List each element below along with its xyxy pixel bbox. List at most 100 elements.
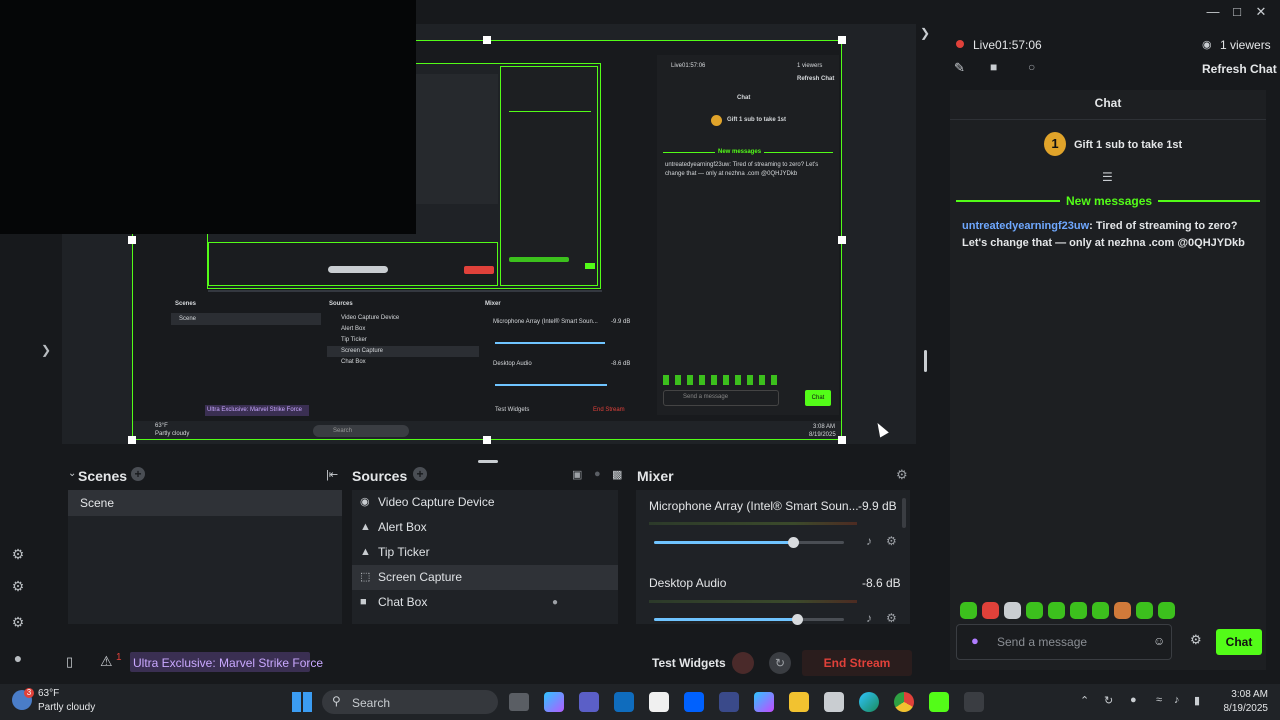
add-scene-icon[interactable]: + (131, 467, 145, 481)
microphone-tray-icon[interactable]: ● (1130, 694, 1137, 706)
stats-icon[interactable]: ▯ (66, 654, 73, 670)
hp-icon[interactable] (719, 692, 739, 712)
emote-icon[interactable] (1070, 602, 1087, 619)
settings-icon[interactable]: ⚙ (8, 612, 28, 632)
send-chat-button[interactable]: Chat (1216, 629, 1262, 655)
profile-icon[interactable]: ● (8, 648, 28, 668)
store-icon[interactable] (824, 692, 844, 712)
alert-count: 1 (116, 652, 122, 663)
clock-date[interactable]: 8/19/2025 (1214, 703, 1269, 714)
mixer-dock: Mixer ⚙ Microphone Array (Intel® Smart S… (630, 464, 914, 630)
chat-settings-icon[interactable]: ⚙ (1190, 632, 1202, 648)
resize-handle[interactable] (483, 436, 491, 444)
wifi-icon[interactable]: ≈ (1156, 694, 1162, 706)
minimize-icon[interactable]: — (1204, 3, 1222, 21)
end-stream-button[interactable]: End Stream (802, 650, 912, 676)
refresh-chat-button[interactable]: Refresh Chat (1202, 62, 1277, 76)
sort-icon[interactable]: ☰ (1102, 170, 1113, 184)
edge-icon[interactable] (859, 692, 879, 712)
edit-icon[interactable]: ✎ (954, 60, 965, 76)
chat-username[interactable]: untreatedyearningf23uw (962, 220, 1089, 232)
emote-icon[interactable] (1158, 602, 1175, 619)
mixer-scrollbar[interactable] (902, 498, 906, 528)
volume-knob[interactable] (791, 614, 803, 625)
volume-slider[interactable] (654, 614, 844, 625)
emote-icon[interactable] (1136, 602, 1153, 619)
emote-icon[interactable] (982, 602, 999, 619)
copilot-icon[interactable] (544, 692, 564, 712)
game-label: Ultra Exclusive: Marvel Strike Force (133, 656, 324, 670)
maximize-icon[interactable]: □ (1228, 3, 1246, 21)
source-mask-icon[interactable]: ● (594, 468, 601, 480)
expand-chevron-icon[interactable]: ❯ (36, 340, 56, 360)
resize-handle[interactable] (838, 436, 846, 444)
emote-icon[interactable] (1092, 602, 1109, 619)
alert-icon[interactable]: ⚠ (100, 653, 113, 670)
collapse-chevron-icon[interactable]: ❯ (920, 26, 930, 40)
chrome-icon[interactable] (894, 692, 914, 712)
resize-handle[interactable] (838, 36, 846, 44)
channel-settings-icon[interactable]: ⚙ (886, 534, 897, 548)
resize-handle[interactable] (483, 36, 491, 44)
source-folder-icon[interactable]: ▩ (612, 468, 622, 481)
emote-icon[interactable] (1004, 602, 1021, 619)
outlook-icon[interactable] (614, 692, 634, 712)
mixer-settings-icon[interactable]: ⚙ (896, 467, 908, 483)
app-icon[interactable] (964, 692, 984, 712)
themes-icon[interactable]: ⚙ (8, 544, 28, 564)
amazon-icon[interactable] (649, 692, 669, 712)
vertical-splitter[interactable] (924, 350, 927, 372)
emote-icon[interactable] (1026, 602, 1043, 619)
volume-slider[interactable] (654, 537, 844, 548)
close-icon[interactable]: ✕ (1252, 3, 1270, 21)
mixer-channel-db: -9.9 dB (858, 499, 897, 513)
clock-time[interactable]: 3:08 AM (1228, 689, 1268, 700)
gift-text[interactable]: Gift 1 sub to take 1st (1074, 139, 1182, 151)
resize-handle[interactable] (128, 436, 136, 444)
test-widgets-button[interactable] (732, 652, 754, 674)
battery-icon[interactable]: ▮ (1194, 694, 1200, 707)
speaker-icon[interactable]: ♪ (866, 534, 872, 548)
streamlabs-icon[interactable] (929, 692, 949, 712)
sync-icon[interactable]: ↻ (1104, 694, 1113, 707)
lock-icon[interactable]: ● (552, 590, 558, 615)
resize-handle[interactable] (128, 236, 136, 244)
tray-chevron-icon[interactable]: ⌃ (1080, 694, 1089, 707)
collapse-icon[interactable]: ⌄ (68, 468, 76, 479)
task-view-icon[interactable] (509, 693, 529, 711)
windows-start-icon[interactable] (292, 692, 312, 712)
horizontal-splitter[interactable] (478, 460, 498, 463)
layout-icon[interactable]: ⚙ (8, 576, 28, 596)
channel-settings-icon[interactable]: ⚙ (886, 611, 897, 625)
source-item[interactable]: ⬚ Screen Capture (352, 565, 618, 590)
source-item[interactable]: ▲ Tip Ticker (352, 540, 618, 565)
mini-mic-slider (495, 342, 605, 344)
scene-item[interactable]: Scene (68, 490, 342, 516)
volume-meter (649, 522, 857, 525)
mini-test: Test Widgets (495, 407, 530, 413)
volume-knob[interactable] (787, 537, 799, 548)
speaker-icon[interactable]: ♪ (866, 611, 872, 625)
share-icon[interactable]: ○ (1028, 60, 1035, 74)
scene-transitions-icon[interactable]: |⇤ (326, 468, 338, 481)
source-item[interactable]: ■ Chat Box ● (352, 590, 618, 615)
microphone-icon[interactable]: ● (971, 633, 979, 648)
emote-icon[interactable] (960, 602, 977, 619)
file-explorer-icon[interactable] (789, 692, 809, 712)
source-group-icon[interactable]: ▣ (572, 468, 582, 481)
dropbox-icon[interactable] (684, 692, 704, 712)
emote-icon[interactable] (1114, 602, 1131, 619)
taskbar-search[interactable]: ⚲ Search (322, 690, 498, 714)
emoji-icon[interactable]: ☺ (1153, 634, 1165, 648)
add-source-icon[interactable]: + (413, 467, 427, 481)
chat-input[interactable]: ● Send a message ☺ (956, 624, 1172, 660)
reset-icon[interactable]: ↻ (769, 652, 791, 674)
volume-icon[interactable]: ♪ (1174, 694, 1180, 706)
source-item[interactable]: ▲ Alert Box (352, 515, 618, 540)
source-item[interactable]: ◉ Video Capture Device (352, 490, 618, 515)
resize-handle[interactable] (838, 236, 846, 244)
m365-icon[interactable] (754, 692, 774, 712)
emote-icon[interactable] (1048, 602, 1065, 619)
teams-icon[interactable] (579, 692, 599, 712)
camera-icon[interactable]: ■ (990, 60, 997, 74)
